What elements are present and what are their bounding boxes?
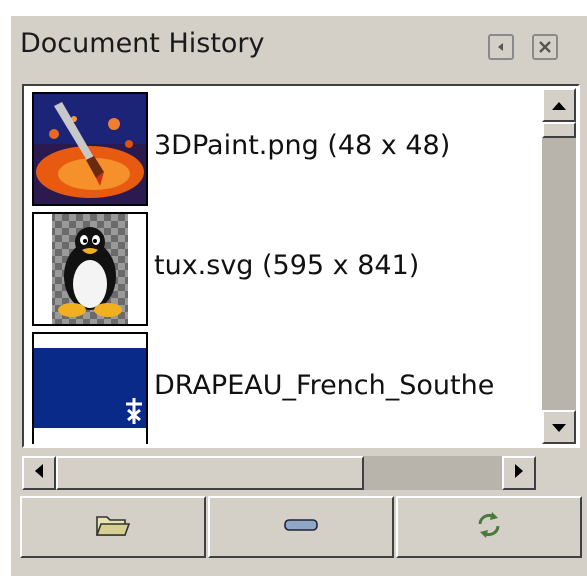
list-item[interactable]: 3DPaint.png (48 x 48) [26, 88, 542, 206]
open-image-button[interactable] [20, 496, 206, 558]
horizontal-scrollbar[interactable] [22, 456, 536, 490]
arrow-down-icon [551, 418, 567, 437]
vertical-scroll-thumb[interactable] [542, 122, 576, 138]
tab-menu-icon [495, 41, 507, 53]
remove-icon [283, 517, 319, 537]
document-label: 3DPaint.png (48 x 48) [154, 130, 451, 161]
3dpaint-thumbnail [32, 92, 148, 206]
open-folder-icon [95, 511, 131, 543]
scroll-right-button[interactable] [502, 456, 536, 490]
refresh-icon [474, 510, 504, 544]
scroll-up-button[interactable] [542, 88, 576, 122]
refresh-list-button[interactable] [396, 496, 582, 558]
document-label: DRAPEAU_French_Southe [154, 370, 495, 401]
tux-thumbnail [32, 212, 148, 326]
scroll-left-button[interactable] [22, 456, 56, 490]
list-item[interactable]: tux.svg (595 x 841) [26, 208, 542, 326]
document-label: tux.svg (595 x 841) [154, 250, 420, 281]
flag-thumbnail [32, 332, 148, 444]
horizontal-scroll-thumb[interactable] [56, 456, 364, 490]
tab-menu-button[interactable] [488, 34, 514, 60]
close-dock-button[interactable] [532, 34, 558, 60]
arrow-up-icon [551, 96, 567, 115]
arrow-right-icon [514, 463, 524, 483]
list-item[interactable]: DRAPEAU_French_Southe [26, 328, 542, 444]
scroll-down-button[interactable] [542, 410, 576, 444]
history-list-viewport: 3DPaint.png (48 x 48) tux.svg (595 x 841… [26, 88, 542, 444]
close-icon [538, 40, 552, 54]
action-bar [20, 496, 582, 558]
vertical-scrollbar[interactable] [542, 88, 576, 444]
panel-title: Document History [20, 28, 265, 59]
top-edge [0, 0, 587, 14]
dock-titlebar: Document History [10, 26, 570, 66]
history-list: 3DPaint.png (48 x 48) tux.svg (595 x 841… [22, 84, 580, 448]
remove-entry-button[interactable] [208, 496, 394, 558]
arrow-left-icon [34, 463, 44, 483]
